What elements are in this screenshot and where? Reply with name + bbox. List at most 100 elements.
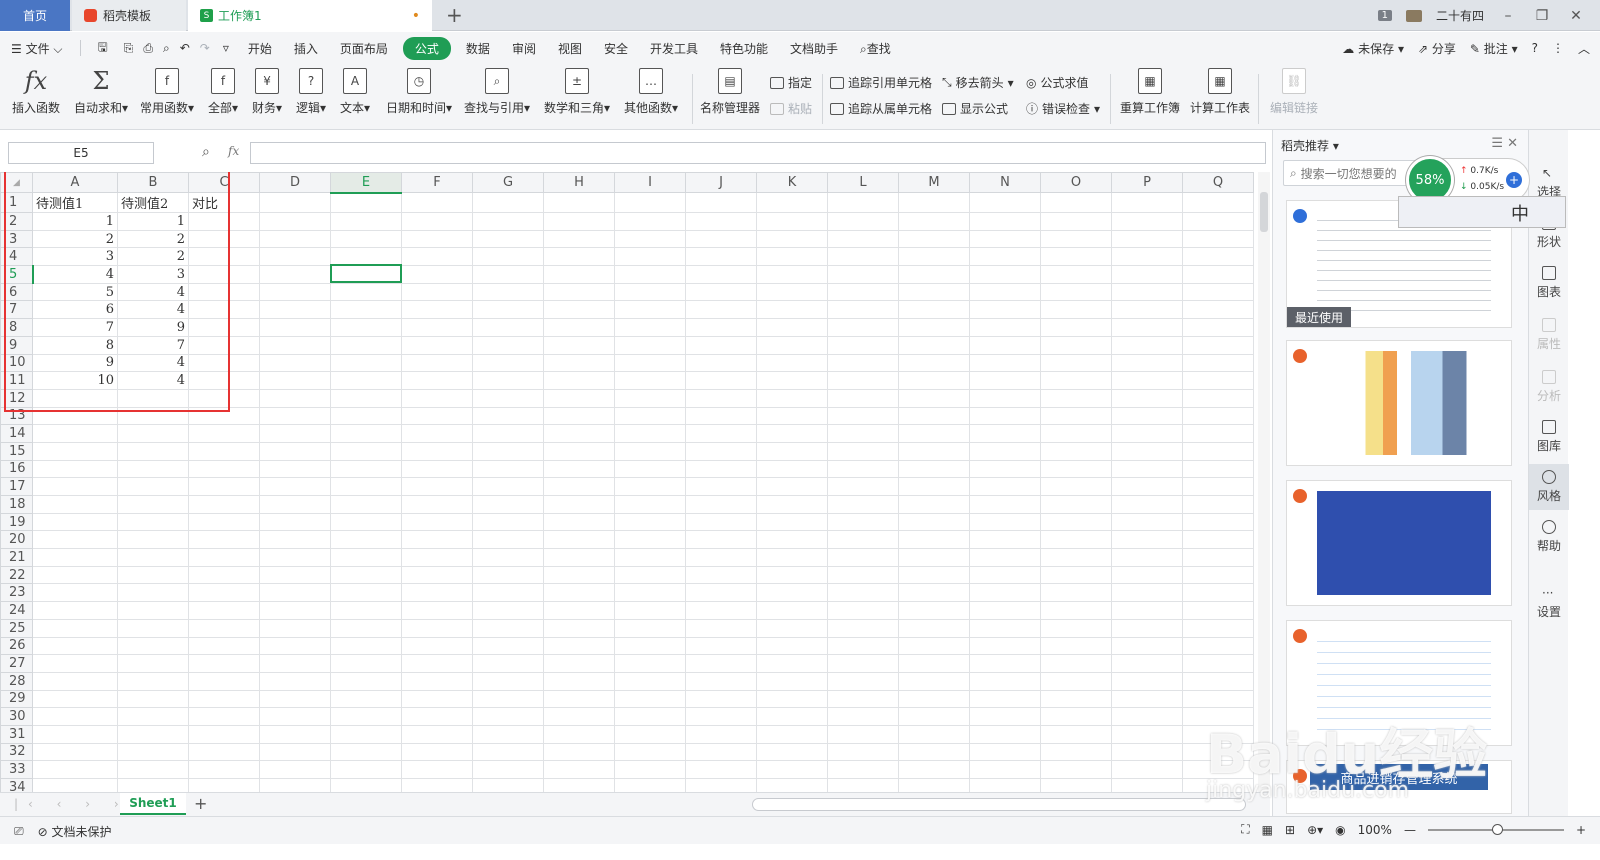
cell-M33[interactable] xyxy=(898,760,970,779)
cell-O9[interactable] xyxy=(1040,335,1112,355)
cell-K31[interactable] xyxy=(756,724,828,744)
cell-L5[interactable] xyxy=(827,265,899,284)
cell-H7[interactable] xyxy=(543,300,615,320)
cell-G22[interactable] xyxy=(472,565,544,585)
cell-O1[interactable] xyxy=(1040,192,1112,213)
cell-L24[interactable] xyxy=(827,601,899,620)
cell-B20[interactable] xyxy=(117,530,189,550)
cell-K29[interactable] xyxy=(756,689,828,709)
vertical-scrollbar[interactable] xyxy=(1258,172,1270,792)
cell-N4[interactable] xyxy=(969,247,1041,267)
cell-N13[interactable] xyxy=(969,406,1041,426)
cell-F31[interactable] xyxy=(401,724,473,744)
other-functions-button[interactable]: … 其他函数▾ xyxy=(624,68,678,116)
cell-D23[interactable] xyxy=(259,583,331,603)
cell-M20[interactable] xyxy=(898,530,970,550)
cell-Q8[interactable] xyxy=(1182,318,1254,337)
cell-I13[interactable] xyxy=(614,406,686,426)
cell-E31[interactable] xyxy=(330,724,402,744)
cell-D29[interactable] xyxy=(259,689,331,709)
cell-D17[interactable] xyxy=(259,477,331,496)
eye-protection-icon[interactable]: ◉ xyxy=(1335,823,1345,837)
cell-L8[interactable] xyxy=(827,318,899,337)
cell-F17[interactable] xyxy=(401,477,473,496)
cell-F10[interactable] xyxy=(401,353,473,373)
cell-M24[interactable] xyxy=(898,601,970,620)
redo-icon[interactable]: ↷ xyxy=(195,41,215,55)
cell-L30[interactable] xyxy=(827,707,899,726)
cell-O4[interactable] xyxy=(1040,247,1112,267)
menu-security[interactable]: 安全 xyxy=(593,40,639,57)
cell-L11[interactable] xyxy=(827,371,899,390)
cell-Q4[interactable] xyxy=(1182,247,1254,267)
cell-H19[interactable] xyxy=(543,512,615,532)
cell-L12[interactable] xyxy=(827,388,899,408)
cell-Q25[interactable] xyxy=(1182,618,1254,638)
cell-D32[interactable] xyxy=(259,742,331,762)
menu-special[interactable]: 特色功能 xyxy=(709,40,779,57)
cell-C28[interactable] xyxy=(188,671,260,691)
cell-Q14[interactable] xyxy=(1182,424,1254,443)
cell-P30[interactable] xyxy=(1111,707,1183,726)
cell-C21[interactable] xyxy=(188,548,260,567)
cell-D4[interactable] xyxy=(259,247,331,267)
cell-J13[interactable] xyxy=(685,406,757,426)
fullscreen-icon[interactable]: ⛶ xyxy=(1241,822,1249,837)
cell-A14[interactable] xyxy=(32,424,118,443)
cell-L21[interactable] xyxy=(827,548,899,567)
new-tab-button[interactable]: + xyxy=(446,3,463,27)
cell-O29[interactable] xyxy=(1040,689,1112,709)
cell-N33[interactable] xyxy=(969,760,1041,779)
common-functions-button[interactable]: f 常用函数▾ xyxy=(140,68,194,116)
cell-L9[interactable] xyxy=(827,335,899,355)
finance-button[interactable]: ¥ 财务▾ xyxy=(252,68,282,116)
cell-M11[interactable] xyxy=(898,371,970,390)
cell-Q15[interactable] xyxy=(1182,441,1254,461)
cell-G4[interactable] xyxy=(472,247,544,267)
preview-icon[interactable]: ⌕ xyxy=(158,41,175,56)
cell-M10[interactable] xyxy=(898,353,970,373)
cell-F3[interactable] xyxy=(401,229,473,249)
cell-C20[interactable] xyxy=(188,530,260,550)
cell-H5[interactable] xyxy=(543,265,615,284)
help-tool[interactable]: 帮助 xyxy=(1529,520,1569,554)
cell-G23[interactable] xyxy=(472,583,544,603)
cell-D24[interactable] xyxy=(259,601,331,620)
cell-Q12[interactable] xyxy=(1182,388,1254,408)
cell-G7[interactable] xyxy=(472,300,544,320)
cell-E17[interactable] xyxy=(330,477,402,496)
cell-C18[interactable] xyxy=(188,495,260,514)
cell-G33[interactable] xyxy=(472,760,544,779)
cell-F28[interactable] xyxy=(401,671,473,691)
cell-B32[interactable] xyxy=(117,742,189,762)
cell-D12[interactable] xyxy=(259,388,331,408)
edit-links-button[interactable]: ⛓ 编辑链接 xyxy=(1270,68,1318,116)
cell-P20[interactable] xyxy=(1111,530,1183,550)
row-header-16[interactable]: 16 xyxy=(0,459,33,479)
row-header-17[interactable]: 17 xyxy=(0,477,33,496)
cell-P10[interactable] xyxy=(1111,353,1183,373)
cell-P7[interactable] xyxy=(1111,300,1183,320)
cell-M28[interactable] xyxy=(898,671,970,691)
cell-B26[interactable] xyxy=(117,636,189,656)
column-header-P[interactable]: P xyxy=(1111,172,1183,193)
row-header-23[interactable]: 23 xyxy=(0,583,33,603)
cell-D15[interactable] xyxy=(259,441,331,461)
cell-I16[interactable] xyxy=(614,459,686,479)
cell-H26[interactable] xyxy=(543,636,615,656)
cell-J12[interactable] xyxy=(685,388,757,408)
cell-F8[interactable] xyxy=(401,318,473,337)
active-cell-E5[interactable] xyxy=(330,264,402,283)
cell-K1[interactable] xyxy=(756,192,828,213)
trace-precedents-button[interactable]: 追踪引用单元格 xyxy=(830,74,932,91)
doc-protection-status[interactable]: ⊘ 文档未保护 xyxy=(38,823,112,840)
quick-access-dropdown-icon[interactable]: ▿ xyxy=(215,41,237,55)
row-header-22[interactable]: 22 xyxy=(0,565,33,585)
cell-H28[interactable] xyxy=(543,671,615,691)
cell-Q1[interactable] xyxy=(1182,192,1254,213)
cell-G34[interactable] xyxy=(472,778,544,792)
row-header-26[interactable]: 26 xyxy=(0,636,33,656)
cell-G16[interactable] xyxy=(472,459,544,479)
cell-F15[interactable] xyxy=(401,441,473,461)
cell-Q6[interactable] xyxy=(1182,282,1254,302)
